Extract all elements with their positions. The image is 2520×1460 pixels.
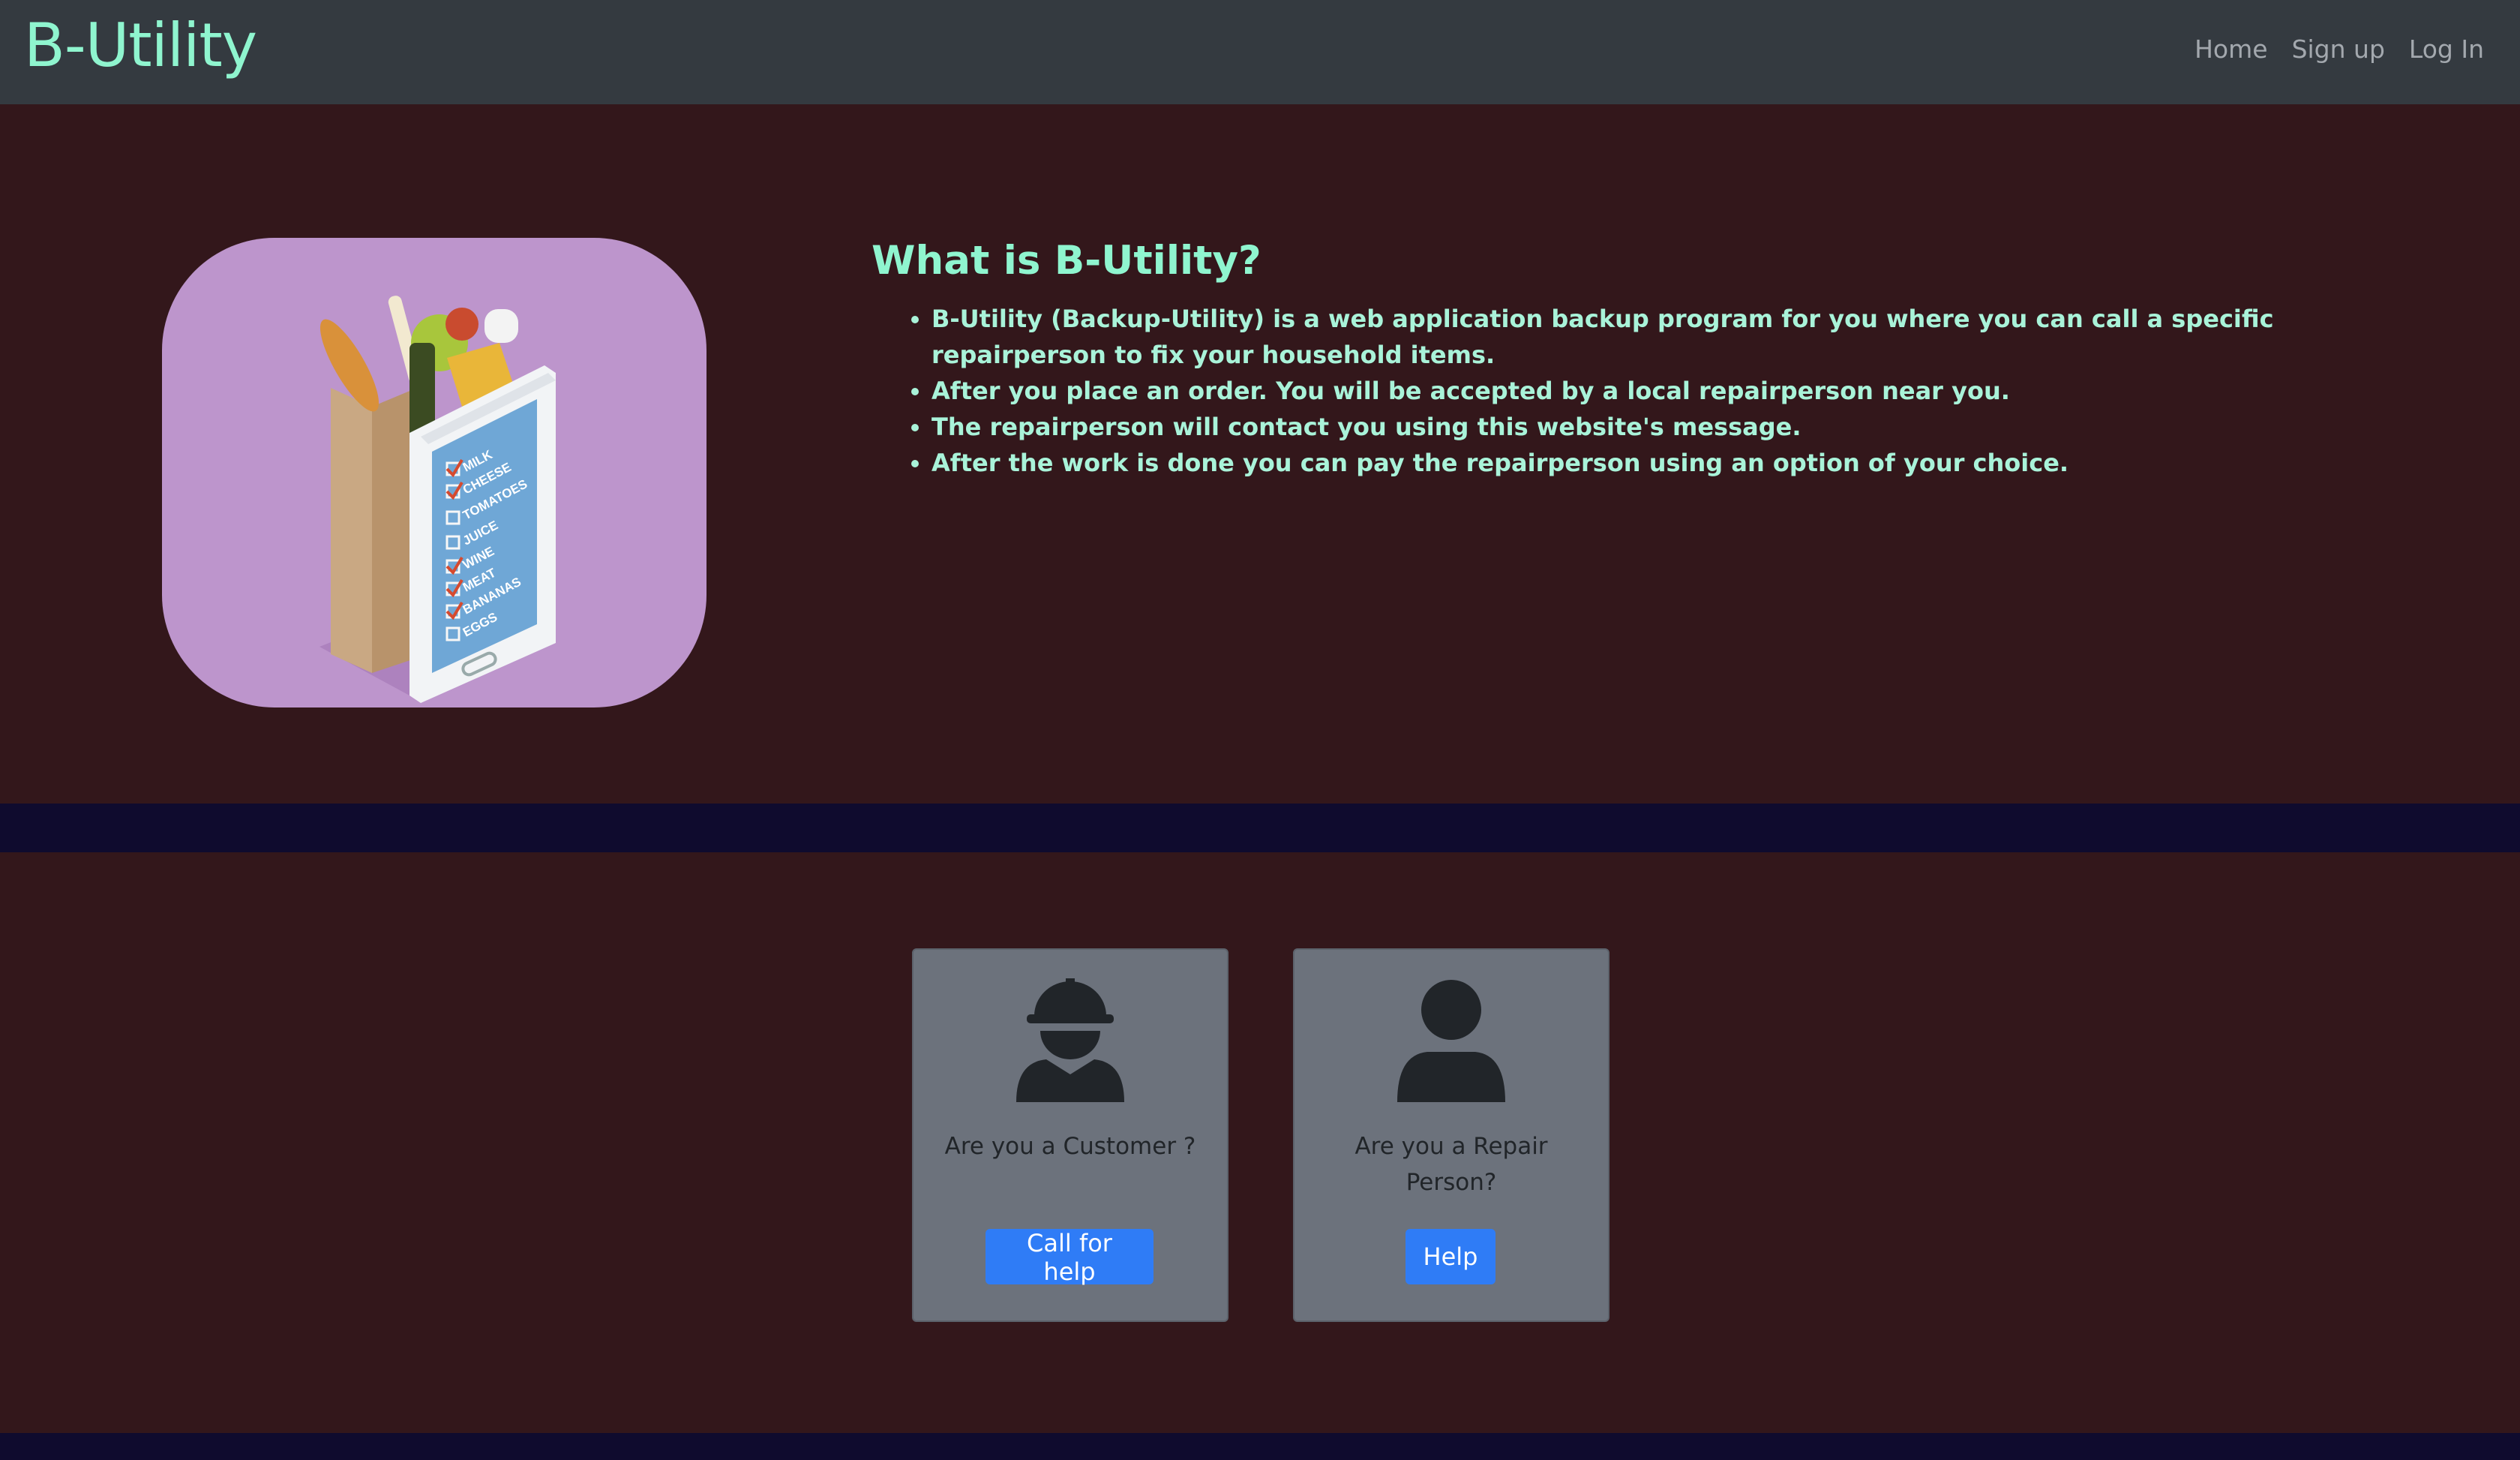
hero-section: MILK CHEESE TOMATOES JUICE WINE MEAT BAN… (0, 104, 2520, 804)
list-item: B-Utility (Backup-Utility) is a web appl… (932, 301, 2432, 373)
list-item: The repairperson will contact you using … (932, 409, 2432, 445)
nav-links: Home Sign up Log In (2170, 35, 2484, 64)
nav-login-link[interactable]: Log In (2409, 35, 2484, 64)
customer-prompt: Are you a Customer ? (944, 1133, 1196, 1160)
grocery-illustration: MILK CHEESE TOMATOES JUICE WINE MEAT BAN… (162, 238, 706, 707)
hero-bullet-list: B-Utility (Backup-Utility) is a web appl… (872, 301, 2432, 481)
list-item: After the work is done you can pay the r… (932, 445, 2432, 481)
navbar: B-Utility Home Sign up Log In (0, 0, 2520, 104)
repair-person-prompt: Are you a Repair Person? (1354, 1133, 1548, 1196)
hero-title: What is B-Utility? (872, 238, 1262, 284)
nav-signup-link[interactable]: Sign up (2292, 35, 2385, 64)
call-for-help-button[interactable]: Call for help (986, 1229, 1154, 1286)
customer-card: Are you a Customer ? Call for help (912, 948, 1228, 1322)
nav-home-link[interactable]: Home (2194, 35, 2267, 64)
brand-logo[interactable]: B-Utility (24, 11, 257, 80)
help-button[interactable]: Help (1406, 1229, 1496, 1284)
user-icon (1397, 978, 1505, 1106)
roles-section: Are you a Customer ? Call for help Are y… (0, 852, 2520, 1433)
list-item: After you place an order. You will be ac… (932, 373, 2432, 409)
hard-hat-worker-icon (1016, 978, 1124, 1106)
repair-person-card: Are you a Repair Person? Help (1293, 948, 1610, 1322)
